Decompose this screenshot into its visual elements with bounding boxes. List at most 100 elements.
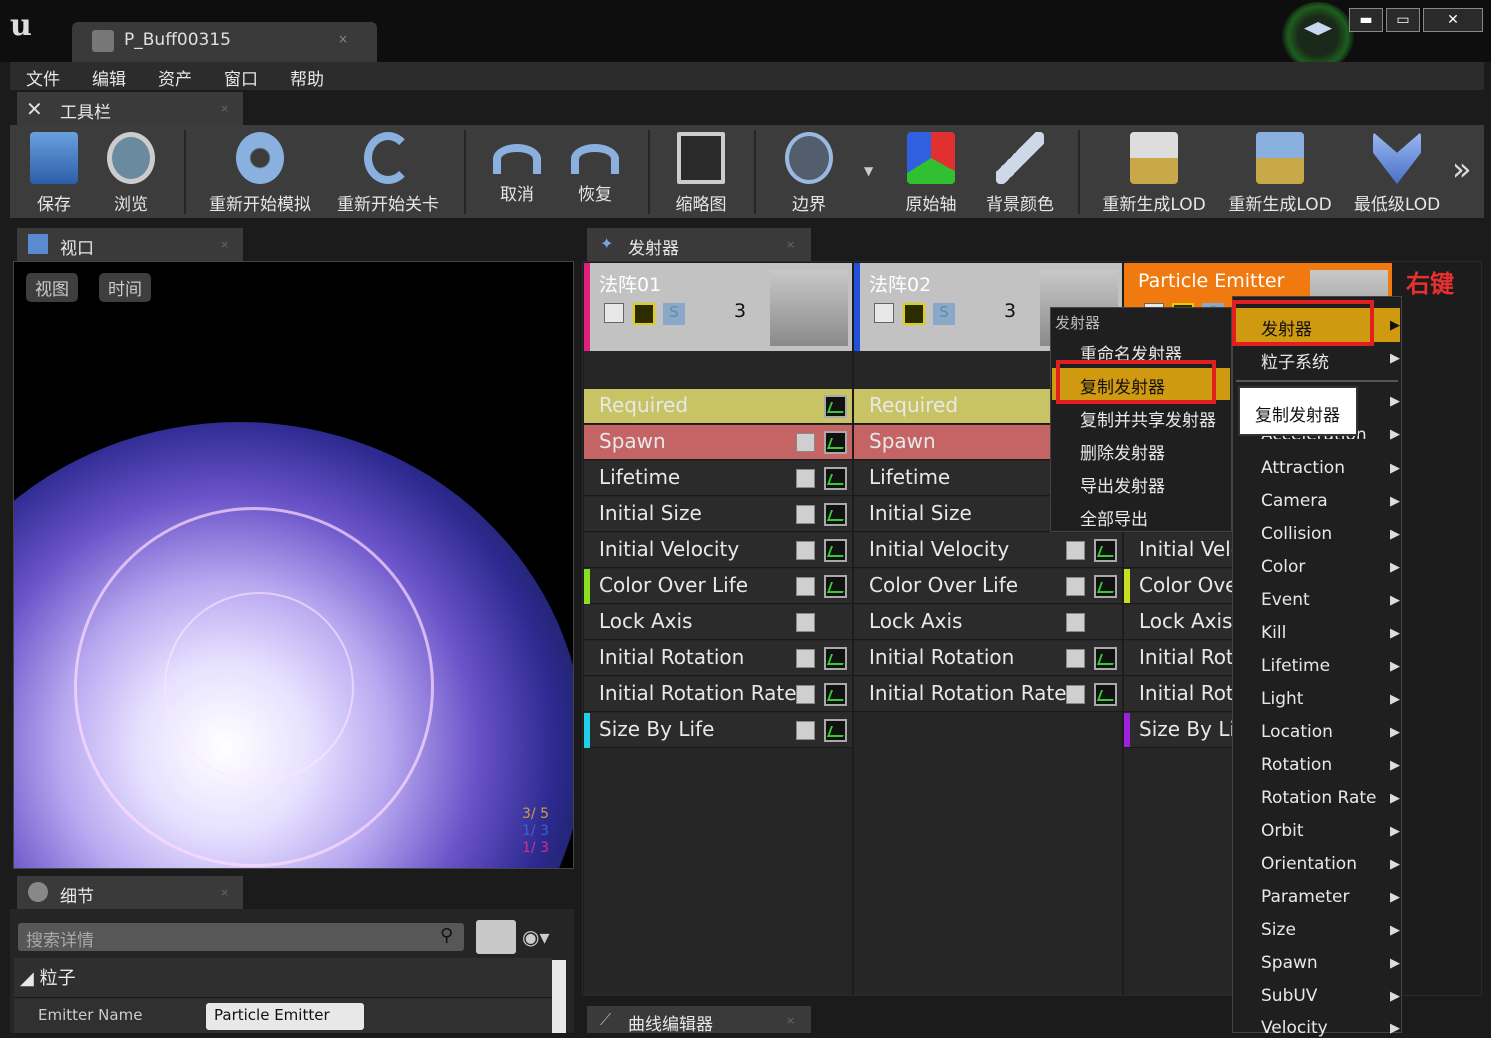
module-row[interactable]: Initial Size <box>584 497 852 532</box>
duplicate-emitter-popup[interactable]: 复制发射器 <box>1238 386 1358 436</box>
menu-window[interactable]: 窗口 <box>208 62 274 90</box>
module-row[interactable]: Color Over Life <box>584 569 852 604</box>
module-row[interactable]: Initial Rota <box>1124 641 1232 676</box>
module-row[interactable]: Color Over <box>1124 569 1232 604</box>
document-tab-close-icon[interactable]: × <box>338 32 348 46</box>
property-matrix-icon[interactable] <box>476 920 516 954</box>
menu-lifetime[interactable]: Lifetime <box>1261 656 1330 676</box>
maximize-button[interactable]: ▭ <box>1386 8 1420 32</box>
emitter-enable-checkbox[interactable] <box>604 303 624 323</box>
viewport-tab[interactable] <box>17 228 243 261</box>
menu-orientation[interactable]: Orientation <box>1261 854 1357 874</box>
module-enable-checkbox[interactable] <box>796 685 815 704</box>
emitter-solo-button[interactable]: S <box>663 303 685 325</box>
module-row[interactable]: Initial Velocity <box>854 533 1122 568</box>
menu-velocity[interactable]: Velocity <box>1261 1018 1328 1038</box>
menu-size[interactable]: Size <box>1261 920 1296 940</box>
module-enable-checkbox[interactable] <box>1066 577 1085 596</box>
module-row[interactable]: Required <box>584 389 852 424</box>
curve-toggle-icon[interactable] <box>1094 539 1117 562</box>
module-enable-checkbox[interactable] <box>796 433 815 452</box>
module-enable-checkbox[interactable] <box>796 721 815 740</box>
module-enable-checkbox[interactable] <box>796 649 815 668</box>
undo-button[interactable]: 取消 <box>484 128 550 216</box>
details-scrollbar[interactable] <box>552 960 566 1033</box>
menu-help[interactable]: 帮助 <box>274 62 340 90</box>
menu-parameter[interactable]: Parameter <box>1261 887 1349 907</box>
curve-toggle-icon[interactable] <box>824 431 847 454</box>
menu-location[interactable]: Location <box>1261 722 1333 742</box>
details-tab-close-icon[interactable]: × <box>220 886 229 899</box>
menu-kill[interactable]: Kill <box>1261 623 1286 643</box>
menu-delete-emitter[interactable]: 删除发射器 <box>1080 439 1165 464</box>
module-row[interactable]: Lock Axis <box>1124 605 1232 640</box>
details-search-input[interactable]: 搜索详情 <box>18 923 464 951</box>
menu-rotation-rate[interactable]: Rotation Rate <box>1261 788 1376 808</box>
module-row[interactable]: Initial Velo <box>1124 533 1232 568</box>
module-enable-checkbox[interactable] <box>796 469 815 488</box>
menu-spawn[interactable]: Spawn <box>1261 953 1318 973</box>
emitter-solo-button[interactable]: S <box>933 303 955 325</box>
module-row[interactable]: Color Over Life <box>854 569 1122 604</box>
close-button[interactable]: ✕ <box>1423 8 1483 32</box>
curve-toggle-icon[interactable] <box>1094 683 1117 706</box>
menu-subuv[interactable]: SubUV <box>1261 986 1317 1006</box>
curve-toggle-icon[interactable] <box>1094 647 1117 670</box>
view-button[interactable]: 视图 <box>26 273 78 302</box>
restart-simulation-button[interactable]: 重新开始模拟 <box>204 128 316 216</box>
emitters-tab[interactable] <box>587 228 811 261</box>
module-enable-checkbox[interactable] <box>796 613 815 632</box>
background-color-button[interactable]: 背景颜色 <box>978 128 1062 216</box>
toolbar-tab-close-icon[interactable]: × <box>220 102 229 115</box>
module-row[interactable]: Size By Life <box>584 713 852 748</box>
menu-rotation[interactable]: Rotation <box>1261 755 1332 775</box>
module-row[interactable]: Spawn <box>584 425 852 460</box>
emitter-render-mode-icon[interactable] <box>903 303 925 325</box>
menu-event[interactable]: Event <box>1261 590 1310 610</box>
menu-duplicate-share-emitter[interactable]: 复制并共享发射器 <box>1080 406 1216 431</box>
thumbnail-button[interactable]: 缩略图 <box>666 128 736 216</box>
menu-color[interactable]: Color <box>1261 557 1305 577</box>
menu-light[interactable]: Light <box>1261 689 1303 709</box>
emitter-render-mode-icon[interactable] <box>633 303 655 325</box>
source-control-orb-icon[interactable] <box>1282 2 1354 70</box>
curve-toggle-icon[interactable] <box>824 539 847 562</box>
module-enable-checkbox[interactable] <box>796 541 815 560</box>
module-row[interactable]: Size By Lif <box>1124 713 1232 748</box>
curve-toggle-icon[interactable] <box>824 467 847 490</box>
module-row[interactable]: Initial Velocity <box>584 533 852 568</box>
menu-collision[interactable]: Collision <box>1261 524 1332 544</box>
curve-toggle-icon[interactable] <box>824 395 847 418</box>
curve-toggle-icon[interactable] <box>824 719 847 742</box>
viewport-canvas[interactable] <box>13 261 574 869</box>
search-icon[interactable]: ⚲ <box>440 925 453 946</box>
restart-level-button[interactable]: 重新开始关卡 <box>332 128 444 216</box>
curve-toggle-icon[interactable] <box>1094 575 1117 598</box>
curve-toggle-icon[interactable] <box>824 575 847 598</box>
toolbar-overflow-icon[interactable]: » <box>1452 150 1472 188</box>
module-row[interactable]: Initial Rotation <box>584 641 852 676</box>
save-button[interactable]: 保存 <box>22 128 86 216</box>
menu-camera[interactable]: Camera <box>1261 491 1328 511</box>
module-row[interactable]: Initial Rotation <box>854 641 1122 676</box>
module-row[interactable]: Initial Rotation Rate <box>584 677 852 712</box>
module-enable-checkbox[interactable] <box>1066 541 1085 560</box>
module-row[interactable]: Lock Axis <box>854 605 1122 640</box>
browse-button[interactable]: 浏览 <box>96 128 166 216</box>
redo-button[interactable]: 恢复 <box>562 128 628 216</box>
module-enable-checkbox[interactable] <box>796 577 815 596</box>
module-row[interactable]: Lifetime <box>584 461 852 496</box>
curve-toggle-icon[interactable] <box>824 503 847 526</box>
module-row[interactable]: Initial Rota <box>1124 677 1232 712</box>
viewport-tab-close-icon[interactable]: × <box>220 238 229 251</box>
curve-toggle-icon[interactable] <box>824 647 847 670</box>
module-enable-checkbox[interactable] <box>1066 685 1085 704</box>
emitter-name-field[interactable]: Particle Emitter <box>206 1003 364 1030</box>
curve-editor-tab-close-icon[interactable]: × <box>786 1014 795 1027</box>
bounds-dropdown-chevron-icon[interactable]: ▼ <box>864 164 873 178</box>
details-category[interactable] <box>14 958 552 998</box>
eye-visibility-icon[interactable]: ◉▾ <box>522 925 550 949</box>
origin-axis-button[interactable]: 原始轴 <box>896 128 966 216</box>
emitters-tab-close-icon[interactable]: × <box>786 238 795 251</box>
module-enable-checkbox[interactable] <box>1066 613 1085 632</box>
